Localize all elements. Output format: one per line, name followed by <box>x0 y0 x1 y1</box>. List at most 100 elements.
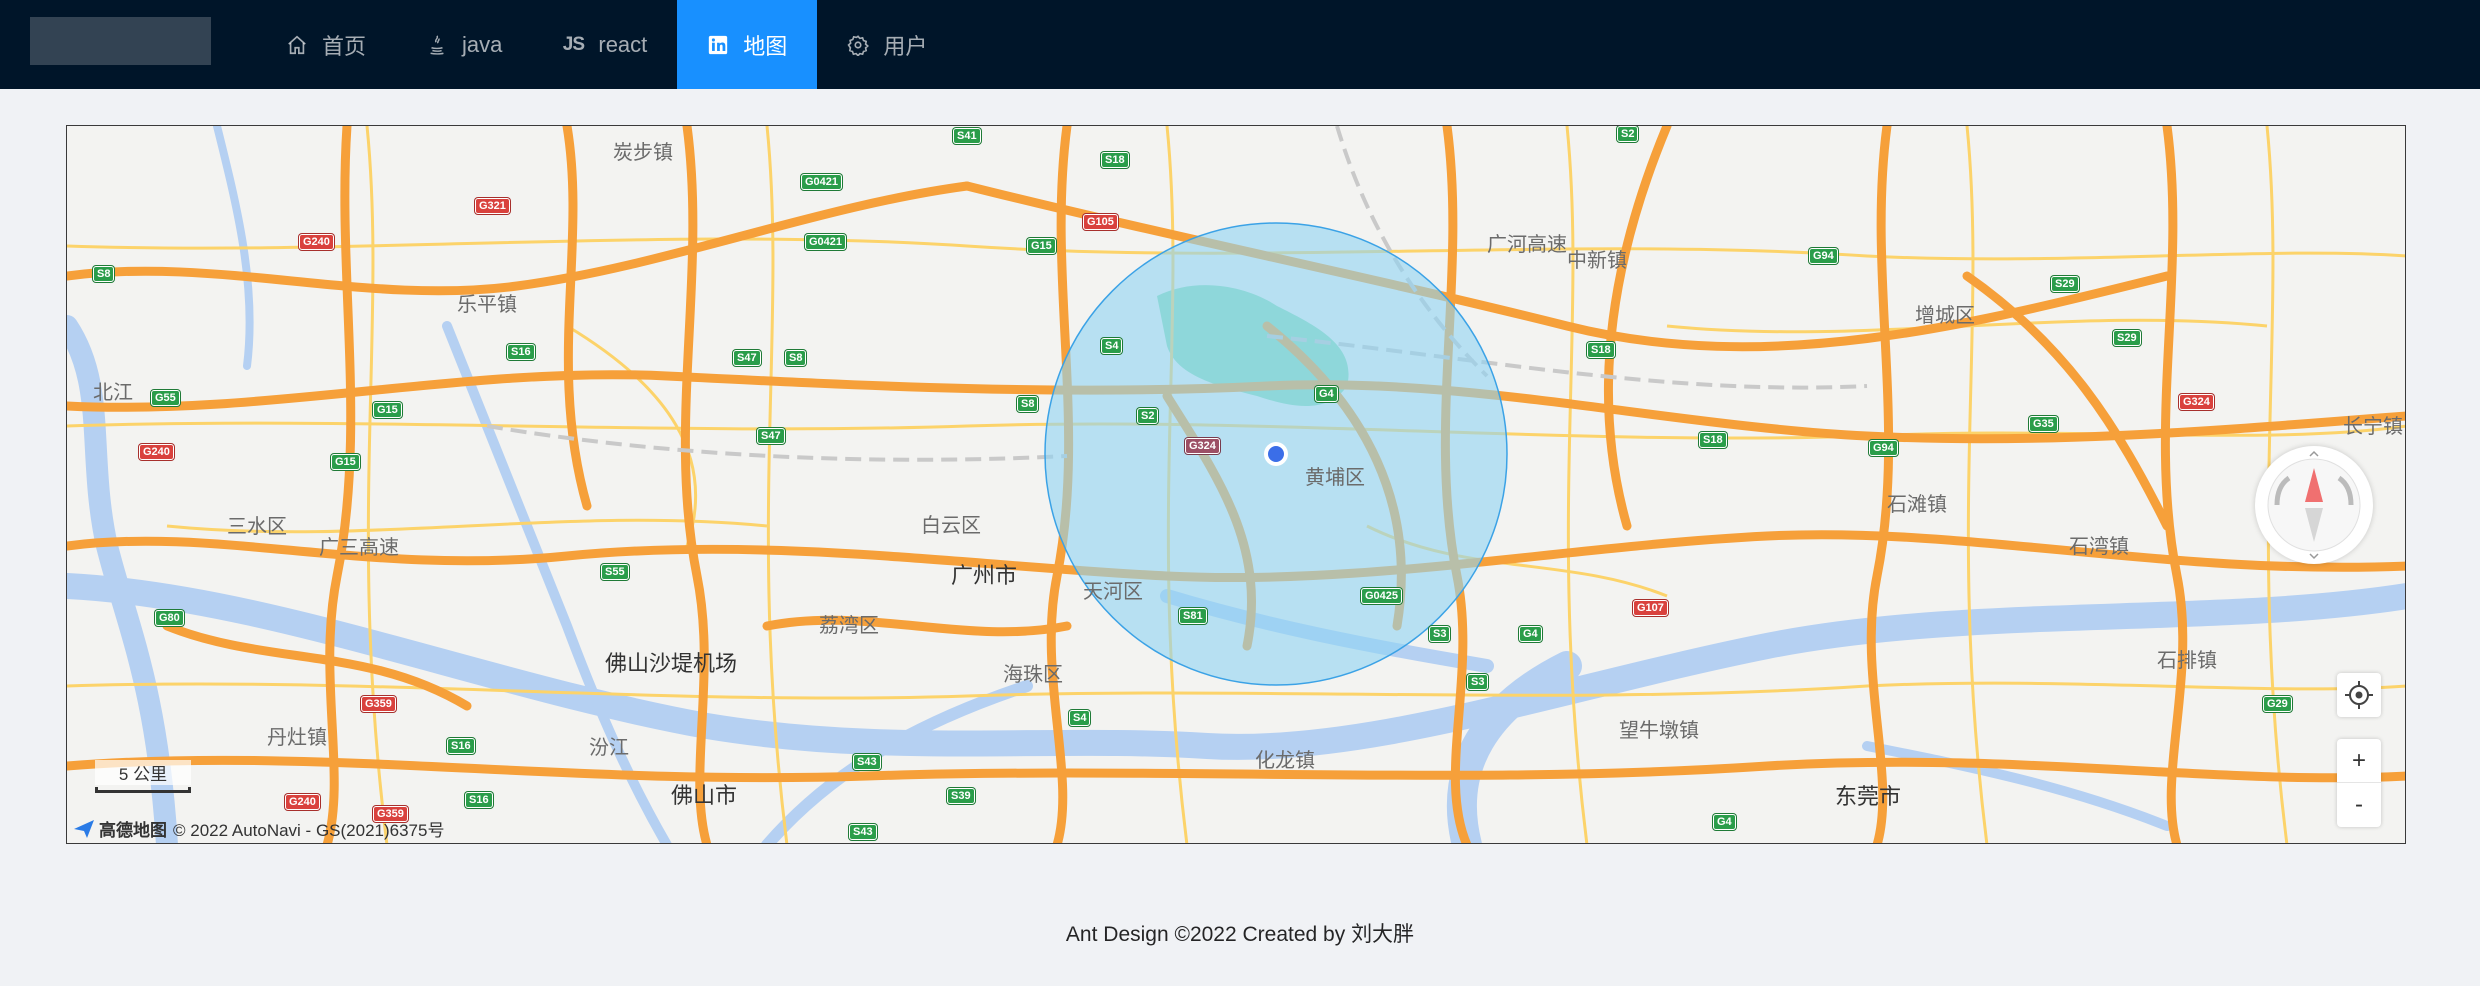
locate-button[interactable] <box>2337 673 2381 717</box>
road-badge: S18 <box>1587 342 1615 358</box>
nav-item-java[interactable]: java <box>396 0 532 89</box>
compass-control[interactable] <box>2255 446 2373 564</box>
place-label: 荔湾区 <box>819 615 879 637</box>
road-badge: G4 <box>1519 626 1542 642</box>
place-label: 石湾镇 <box>2069 536 2129 558</box>
place-label: 化龙镇 <box>1255 750 1315 772</box>
copyright-text: © 2022 AutoNavi - GS(2021)6375号 <box>173 821 445 840</box>
road-badge: G15 <box>373 402 402 418</box>
zoom-out-button[interactable]: - <box>2337 783 2381 827</box>
road-badge: G55 <box>151 390 180 406</box>
home-icon <box>286 34 308 56</box>
road-badge: G80 <box>155 610 184 626</box>
road-badge: G324 <box>1185 438 1220 454</box>
zoom-in-button[interactable]: + <box>2337 739 2381 783</box>
place-label: 望牛墩镇 <box>1619 720 1699 742</box>
river-label: 北江 <box>93 382 133 404</box>
place-label-city: 广州市 <box>951 563 1018 588</box>
logo-placeholder[interactable] <box>30 17 211 65</box>
place-label: 黄埔区 <box>1305 467 1365 489</box>
place-label: 石滩镇 <box>1887 494 1947 516</box>
nav-item-label: 用户 <box>883 33 928 59</box>
road-badge: S47 <box>757 428 785 444</box>
road-badge: S8 <box>93 266 115 282</box>
road-badge: G15 <box>331 454 360 470</box>
map-canvas[interactable] <box>67 126 2406 844</box>
road-badge: S3 <box>1429 626 1451 642</box>
crosshair-icon <box>2345 681 2373 709</box>
place-label-airport: 佛山沙堤机场 <box>605 651 738 676</box>
map-container[interactable]: 炭步镇 乐平镇 三水区 白云区 广州市 荔湾区 天河区 海珠区 黄埔区 中新镇 … <box>66 125 2406 844</box>
place-label: 天河区 <box>1083 581 1143 603</box>
road-badge: S81 <box>1179 608 1207 624</box>
top-nav-menu: 首页 java JS react 地图 用户 <box>256 0 957 89</box>
place-label: 炭步镇 <box>613 142 673 164</box>
road-badge: G0421 <box>805 234 847 250</box>
place-label: 中新镇 <box>1567 250 1627 272</box>
road-badge: S29 <box>2051 276 2079 292</box>
place-label: 三水区 <box>227 516 287 538</box>
road-badge: S3 <box>1467 674 1489 690</box>
linkedin-icon <box>707 34 729 56</box>
nav-item-map[interactable]: 地图 <box>677 0 818 89</box>
road-badge: S43 <box>853 754 881 770</box>
map-copyright: 高德地图 © 2022 AutoNavi - GS(2021)6375号 <box>73 816 444 841</box>
road-badge: S29 <box>2113 330 2141 346</box>
nav-item-react[interactable]: JS react <box>532 0 677 89</box>
road-badge: G105 <box>1083 214 1118 230</box>
road-badge: S16 <box>507 344 535 360</box>
road-badge: G15 <box>1027 238 1056 254</box>
road-badge: G321 <box>475 198 510 214</box>
road-badge: S55 <box>601 564 629 580</box>
road-name-label: 广河高速 <box>1487 234 1567 256</box>
scale-label: 5 公里 <box>95 760 191 785</box>
road-badge: S41 <box>953 128 981 144</box>
scale-bar: 5 公里 <box>95 760 191 793</box>
river-label: 汾江 <box>589 737 629 759</box>
place-label: 长宁镇 <box>2343 416 2403 438</box>
place-label: 增城区 <box>1915 305 1975 327</box>
nav-item-home[interactable]: 首页 <box>256 0 396 89</box>
place-label: 乐平镇 <box>457 294 517 316</box>
amap-arrow-icon <box>74 819 94 838</box>
road-badge: S4 <box>1101 338 1123 354</box>
road-name-label: 广三高速 <box>319 537 399 559</box>
road-badge: G240 <box>139 444 174 460</box>
nav-item-label: 地图 <box>743 33 788 59</box>
amap-logo[interactable]: 高德地图 <box>73 816 167 841</box>
road-badge: S47 <box>733 350 761 366</box>
road-badge: G240 <box>285 794 320 810</box>
place-label-city: 佛山市 <box>671 783 738 808</box>
road-badge: G240 <box>299 234 334 250</box>
center-marker[interactable] <box>1268 446 1284 462</box>
nav-item-user[interactable]: 用户 <box>817 0 957 89</box>
road-badge: G29 <box>2263 696 2292 712</box>
road-badge: S18 <box>1699 432 1727 448</box>
road-badge: G4 <box>1713 814 1736 830</box>
road-badge: G35 <box>2029 416 2058 432</box>
zoom-control: + - <box>2337 739 2381 827</box>
road-badge: G94 <box>1869 440 1898 456</box>
nav-item-label: 首页 <box>322 33 367 59</box>
place-label: 白云区 <box>921 515 981 537</box>
road-badge: S16 <box>447 738 475 754</box>
road-badge: G4 <box>1315 386 1338 402</box>
place-label: 石排镇 <box>2157 650 2217 672</box>
amap-brand: 高德地图 <box>99 821 167 840</box>
nav-item-label: react <box>598 31 648 57</box>
road-badge: S2 <box>1137 408 1159 424</box>
place-label-city: 东莞市 <box>1835 784 1902 809</box>
road-badge: S39 <box>947 788 975 804</box>
compass-icon <box>2267 450 2361 560</box>
road-badge: S43 <box>849 824 877 840</box>
java-icon <box>426 34 448 56</box>
nav-item-label: java <box>462 31 503 57</box>
road-badge: S2 <box>1617 126 1639 142</box>
place-label: 丹灶镇 <box>267 727 327 749</box>
road-badge: S8 <box>785 350 807 366</box>
road-badge: S8 <box>1017 396 1039 412</box>
road-badge: G0421 <box>801 174 843 190</box>
road-badge: G324 <box>2179 394 2214 410</box>
road-badge: G94 <box>1809 248 1838 264</box>
gear-icon <box>847 34 870 56</box>
